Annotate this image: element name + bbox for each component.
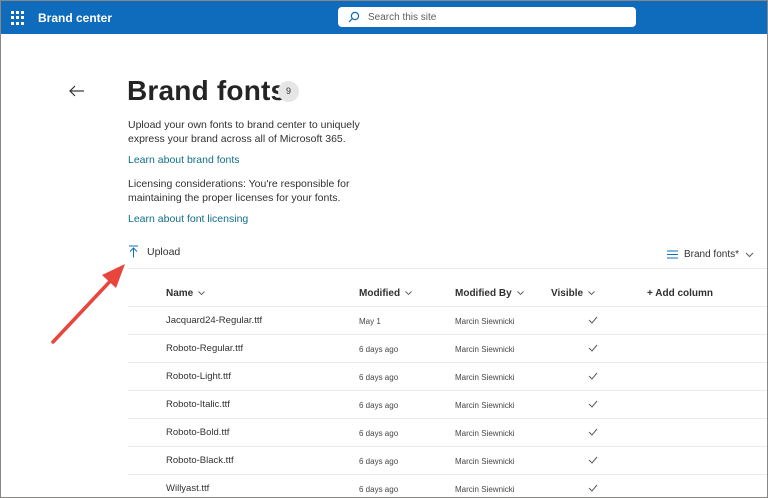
window-frame: Brand center Brand fonts 9 Upload your o… bbox=[0, 0, 768, 498]
annotation-arrow-icon bbox=[51, 264, 125, 344]
